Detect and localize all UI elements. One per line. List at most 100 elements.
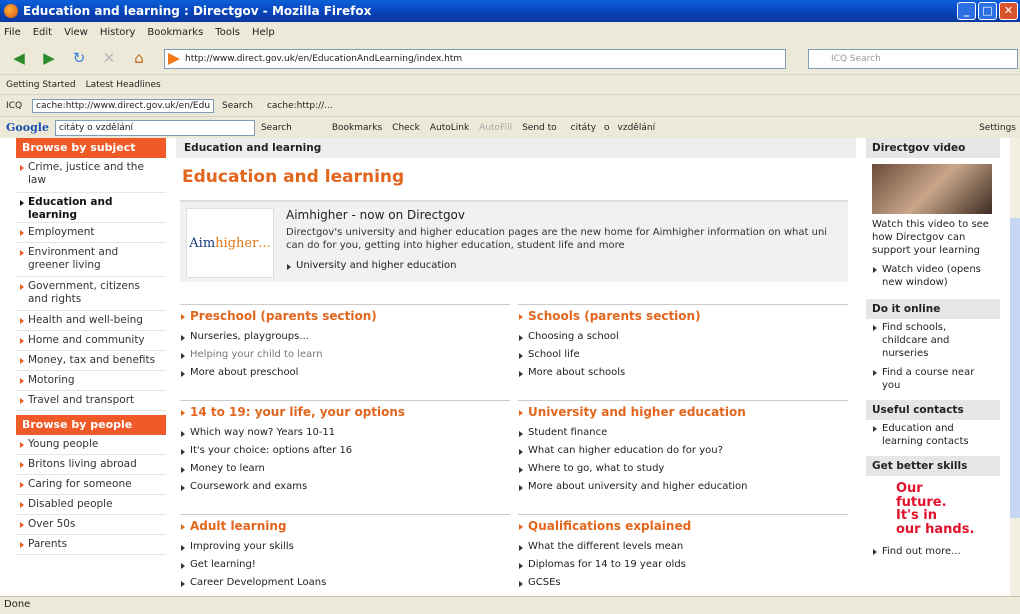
icq-search-button[interactable]: Search (222, 101, 253, 111)
stop-icon[interactable]: ✕ (96, 47, 122, 69)
minimize-button[interactable]: _ (957, 2, 976, 20)
section-heading[interactable]: Preschool (parents section) (180, 304, 510, 323)
address-url: http://www.direct.gov.uk/en/EducationAnd… (185, 54, 463, 64)
section-qualifications: Qualifications explained What the differ… (518, 514, 848, 595)
home-icon[interactable]: ⌂ (126, 47, 152, 69)
google-settings-button[interactable]: Settings (979, 123, 1016, 133)
sidebar-item-over-50s[interactable]: Over 50s (16, 515, 166, 535)
sidebar-item-government[interactable]: Government, citizens and rights (16, 277, 166, 311)
search-input[interactable]: ICQ Search (808, 49, 1018, 69)
right-column: Directgov video Watch this video to see … (866, 138, 1000, 562)
video-thumbnail[interactable] (872, 164, 992, 214)
find-course-link[interactable]: Find a course near you (866, 364, 1000, 396)
section-heading[interactable]: 14 to 19: your life, your options (180, 400, 510, 419)
back-button[interactable]: ◀ (6, 47, 32, 69)
list-item[interactable]: What can higher education do for you? (518, 445, 848, 456)
list-item[interactable]: What the different levels mean (518, 541, 848, 552)
sidebar-item-parents[interactable]: Parents (16, 535, 166, 555)
sidebar-item-education[interactable]: Education and learning (16, 193, 166, 223)
find-out-more-link[interactable]: Find out more... (866, 543, 1000, 562)
aimhigher-logo[interactable]: Aim higher... (186, 208, 274, 278)
google-highlight-q1[interactable]: citáty (571, 123, 596, 133)
icq-cache-field[interactable]: cache:http://www.direct.gov.uk/en/Edu (32, 98, 215, 113)
sidebar-item-money[interactable]: Money, tax and benefits (16, 351, 166, 371)
breadcrumb: Education and learning (176, 138, 856, 158)
sidebar-item-young-people[interactable]: Young people (16, 435, 166, 455)
sidebar-item-crime[interactable]: Crime, justice and the law (16, 158, 166, 193)
list-item[interactable]: School life (518, 349, 848, 360)
list-item[interactable]: Get learning! (180, 559, 510, 570)
page-title: Education and learning (182, 167, 405, 187)
section-14-to-19: 14 to 19: your life, your options Which … (180, 400, 510, 499)
list-item[interactable]: Improving your skills (180, 541, 510, 552)
skills-slogan[interactable]: Our future. It's in our hands. (866, 476, 1000, 543)
browse-subject-heading: Browse by subject (16, 138, 166, 158)
watch-video-link[interactable]: Watch video (opens new window) (866, 261, 1000, 293)
window-titlebar: Education and learning : Directgov - Moz… (0, 0, 1020, 22)
menu-history[interactable]: History (100, 27, 136, 38)
list-item[interactable]: More about university and higher educati… (518, 481, 848, 492)
sidebar-item-health[interactable]: Health and well-being (16, 311, 166, 331)
address-bar[interactable]: http://www.direct.gov.uk/en/EducationAnd… (164, 49, 786, 69)
list-item[interactable]: Nurseries, playgroups... (180, 331, 510, 342)
google-search-button[interactable]: Search (261, 123, 292, 133)
google-autolink-button[interactable]: AutoLink (430, 123, 469, 133)
google-logo[interactable]: Google (6, 121, 49, 134)
list-item[interactable]: Career Development Loans (180, 577, 510, 588)
promo-link[interactable]: University and higher education (286, 260, 954, 271)
reload-icon[interactable]: ↻ (66, 47, 92, 69)
scrollbar[interactable] (1010, 138, 1020, 596)
sidebar-item-environment[interactable]: Environment and greener living (16, 243, 166, 277)
sidebar-item-travel[interactable]: Travel and transport (16, 391, 166, 411)
bookmark-latest-headlines[interactable]: Latest Headlines (86, 80, 161, 90)
icq-cache-text[interactable]: cache:http://... (267, 101, 333, 111)
list-item[interactable]: More about preschool (180, 367, 510, 378)
google-check-button[interactable]: Check (392, 123, 420, 133)
list-item[interactable]: Where to go, what to study (518, 463, 848, 474)
menu-view[interactable]: View (64, 27, 88, 38)
list-item[interactable]: GCSEs (518, 577, 848, 588)
icq-label[interactable]: ICQ (6, 101, 22, 111)
scrollbar-thumb[interactable] (1010, 218, 1020, 518)
sidebar-item-britons-abroad[interactable]: Britons living abroad (16, 455, 166, 475)
sidebar-item-caring[interactable]: Caring for someone (16, 475, 166, 495)
section-heading[interactable]: University and higher education (518, 400, 848, 419)
list-item[interactable]: Helping your child to learn (180, 349, 510, 360)
close-button[interactable]: ✕ (999, 2, 1018, 20)
section-heading[interactable]: Qualifications explained (518, 514, 848, 533)
section-heading[interactable]: Schools (parents section) (518, 304, 848, 323)
promo-text: Directgov's university and higher educat… (286, 227, 828, 251)
maximize-button[interactable]: □ (978, 2, 997, 20)
menu-bookmarks[interactable]: Bookmarks (147, 27, 203, 38)
section-schools: Schools (parents section) Choosing a sch… (518, 304, 848, 385)
sidebar-item-employment[interactable]: Employment (16, 223, 166, 243)
list-item[interactable]: More about schools (518, 367, 848, 378)
contacts-link[interactable]: Education and learning contacts (866, 420, 1000, 452)
sidebar-item-disabled[interactable]: Disabled people (16, 495, 166, 515)
list-item[interactable]: Money to learn (180, 463, 510, 474)
find-schools-link[interactable]: Find schools, childcare and nurseries (866, 319, 1000, 364)
list-item[interactable]: It's your choice: options after 16 (180, 445, 510, 456)
menu-tools[interactable]: Tools (215, 27, 240, 38)
google-bookmarks-button[interactable]: Bookmarks (332, 123, 382, 133)
google-search-input[interactable]: citáty o vzdělání (54, 119, 255, 136)
list-item[interactable]: Which way now? Years 10-11 (180, 427, 510, 438)
section-heading[interactable]: Adult learning (180, 514, 510, 533)
google-autofill-button[interactable]: AutoFill (479, 123, 512, 133)
window-title: Education and learning : Directgov - Moz… (23, 4, 372, 18)
list-item[interactable]: Choosing a school (518, 331, 848, 342)
section-adult-learning: Adult learning Improving your skills Get… (180, 514, 510, 595)
menu-edit[interactable]: Edit (33, 27, 52, 38)
sidebar-item-home[interactable]: Home and community (16, 331, 166, 351)
google-highlight-q2[interactable]: o (604, 123, 610, 133)
list-item[interactable]: Student finance (518, 427, 848, 438)
sidebar-item-motoring[interactable]: Motoring (16, 371, 166, 391)
menu-file[interactable]: File (4, 27, 21, 38)
bookmark-getting-started[interactable]: Getting Started (6, 80, 76, 90)
forward-button[interactable]: ▶ (36, 47, 62, 69)
list-item[interactable]: Coursework and exams (180, 481, 510, 492)
list-item[interactable]: Diplomas for 14 to 19 year olds (518, 559, 848, 570)
menu-help[interactable]: Help (252, 27, 275, 38)
google-sendto-button[interactable]: Send to (522, 123, 557, 133)
google-highlight-q3[interactable]: vzdělání (618, 123, 656, 133)
